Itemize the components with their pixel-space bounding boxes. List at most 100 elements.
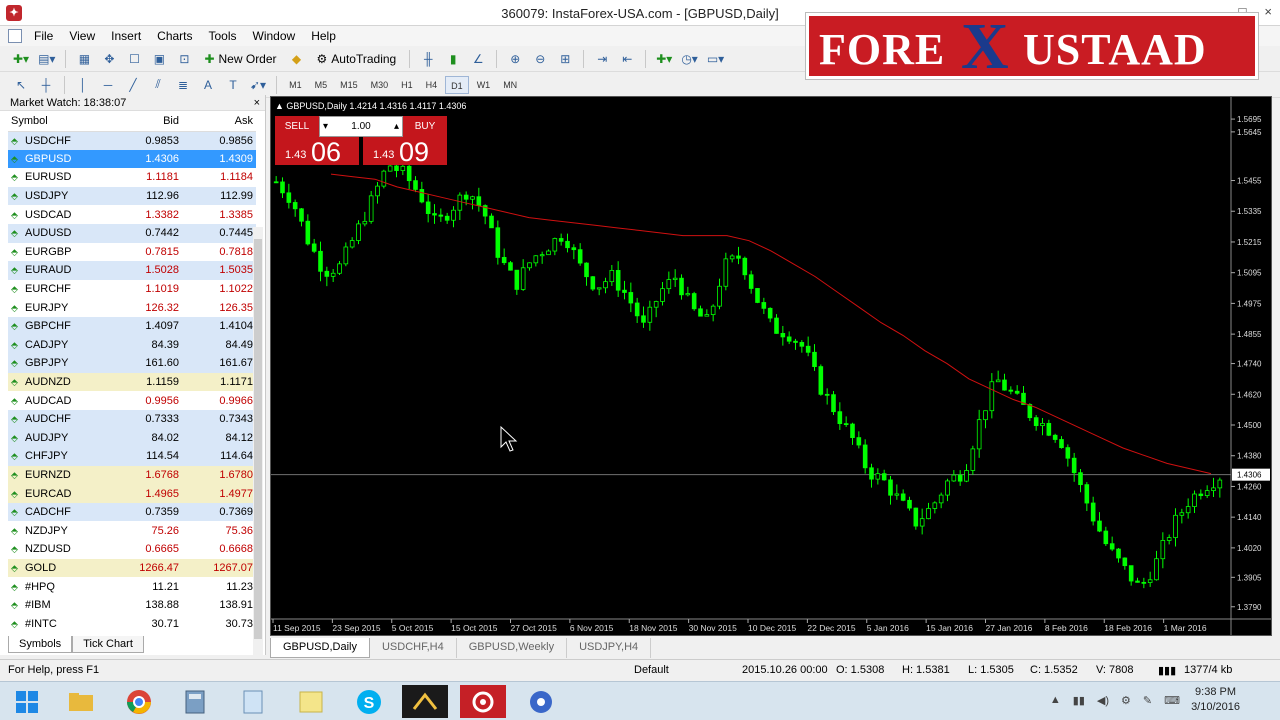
pen-icon[interactable]: ✎ (1143, 694, 1152, 707)
table-row[interactable]: ⬘ USDCAD 1.3382 1.3385 (8, 205, 256, 224)
table-row[interactable]: ⬘ AUDUSD 0.7442 0.7445 (8, 223, 256, 243)
chart-tab-usdchf-h4[interactable]: USDCHF,H4 (370, 638, 457, 658)
tile-windows-icon[interactable]: ⊞ (554, 49, 576, 69)
table-row[interactable]: ⬘ #HPQ 11.21 11.23 (8, 577, 256, 596)
close-button[interactable]: × (1264, 4, 1272, 19)
menu-window[interactable]: Window (245, 29, 304, 43)
table-row[interactable]: ⬘ NZDJPY 75.26 75.36 (8, 521, 256, 541)
skype-icon[interactable]: S (346, 685, 392, 718)
new-order-button[interactable]: ✚ New Order (198, 49, 282, 69)
timeframe-h4[interactable]: H4 (421, 76, 443, 94)
menu-view[interactable]: View (61, 29, 103, 43)
tray-up-arrow-icon[interactable]: ▲ (1050, 694, 1061, 707)
table-row[interactable]: ⬘ GBPUSD 1.4306 1.4309 (8, 149, 256, 169)
table-row[interactable]: ⬘ AUDCAD 0.9956 0.9966 (8, 391, 256, 410)
timeframe-m5[interactable]: M5 (310, 76, 333, 94)
periods-icon[interactable]: ◷▾ (678, 49, 701, 69)
menu-insert[interactable]: Insert (103, 29, 149, 43)
auto-scroll-icon[interactable]: ⇥ (591, 49, 613, 69)
table-row[interactable]: ⬘ EURAUD 1.5028 1.5035 (8, 261, 256, 280)
data-window-icon[interactable]: ✥ (98, 49, 120, 69)
chart-tab-gbpusd-daily[interactable]: GBPUSD,Daily (270, 638, 370, 658)
snowflake-app-icon[interactable] (518, 685, 564, 718)
table-row[interactable]: ⬘ CHFJPY 114.54 114.64 (8, 447, 256, 466)
table-row[interactable]: ⬘ USDJPY 112.96 112.99 (8, 186, 256, 206)
table-row[interactable]: ⬘ NZDUSD 0.6665 0.6668 (8, 540, 256, 559)
table-row[interactable]: ⬘ GBPCHF 1.4097 1.4104 (8, 316, 256, 336)
table-row[interactable]: ⬘ USDCHF 0.9853 0.9856 (8, 131, 256, 150)
column-bid[interactable]: Bid (108, 111, 182, 132)
buy-button[interactable]: BUY (403, 116, 447, 137)
crosshair-icon[interactable]: ┼ (35, 75, 57, 95)
file-explorer-icon[interactable] (58, 685, 104, 718)
market-watch-close-icon[interactable]: × (254, 95, 260, 111)
table-row[interactable]: ⬘ AUDCHF 0.7333 0.7343 (8, 409, 256, 429)
timeframe-d1[interactable]: D1 (445, 75, 469, 94)
tab-symbols[interactable]: Symbols (8, 636, 73, 653)
autotrading-button[interactable]: ⚙ AutoTrading (311, 49, 403, 69)
timeframe-w1[interactable]: W1 (472, 76, 496, 94)
lot-decrease-icon[interactable]: ▾ (323, 121, 328, 132)
menu-tools[interactable]: Tools (201, 29, 245, 43)
table-row[interactable]: ⬘ EURNZD 1.6768 1.6780 (8, 465, 256, 485)
line-chart-icon[interactable]: ∠ (467, 49, 489, 69)
table-row[interactable]: ⬘ EURUSD 1.1181 1.1184 (8, 168, 256, 187)
instaforex-terminal-icon[interactable] (460, 685, 506, 718)
sticky-notes-icon[interactable] (288, 685, 334, 718)
timeframe-m30[interactable]: M30 (366, 76, 394, 94)
chart-tab-gbpusd-weekly[interactable]: GBPUSD,Weekly (457, 638, 568, 658)
table-row[interactable]: ⬘ EURCHF 1.1019 1.1022 (8, 279, 256, 299)
volume-icon[interactable]: ◀) (1097, 694, 1109, 707)
menu-charts[interactable]: Charts (149, 29, 200, 43)
keyboard-icon[interactable]: ⌨ (1164, 694, 1180, 707)
cursor-icon[interactable]: ↖ (10, 75, 32, 95)
horizontal-line-icon[interactable]: ─ (97, 75, 119, 95)
terminal-icon[interactable]: ▣ (148, 49, 170, 69)
navigator-icon[interactable]: ☐ (123, 49, 145, 69)
sell-button[interactable]: SELL (275, 116, 319, 137)
label-icon[interactable]: T (222, 75, 244, 95)
document-icon[interactable] (8, 29, 22, 43)
lot-size-input[interactable]: ▾ 1.00 ▴ (319, 116, 403, 137)
network-icon[interactable]: ▮▮ (1073, 694, 1085, 707)
table-row[interactable]: ⬘ CADCHF 0.7359 0.7369 (8, 502, 256, 522)
indicators-icon[interactable]: ✚▾ (653, 49, 675, 69)
market-watch-scrollbar[interactable] (253, 227, 263, 720)
tab-tick-chart[interactable]: Tick Chart (72, 636, 144, 653)
new-chart-icon[interactable]: ✚▾ (10, 49, 32, 69)
bar-chart-icon[interactable]: ╫ (417, 49, 439, 69)
metaeditor-icon[interactable]: ◆ (286, 49, 308, 69)
table-row[interactable]: ⬘ EURCAD 1.4965 1.4977 (8, 484, 256, 503)
table-row[interactable]: ⬘ EURGBP 0.7815 0.7818 (8, 242, 256, 262)
arrows-icon[interactable]: ➹▾ (247, 75, 269, 95)
sell-price-box[interactable]: 1.43 06 (275, 137, 359, 167)
chart-shift-icon[interactable]: ⇤ (616, 49, 638, 69)
taskbar-clock[interactable]: 9:38 PM 3/10/2016 (1191, 685, 1240, 715)
trendline-icon[interactable]: ╱ (122, 75, 144, 95)
buy-price-box[interactable]: 1.43 09 (363, 137, 447, 167)
table-row[interactable]: ⬘ #INTC 30.71 30.73 (8, 614, 256, 634)
profiles-icon[interactable]: ▤▾ (35, 49, 58, 69)
trading-app-icon[interactable] (402, 685, 448, 718)
calculator-icon[interactable] (172, 685, 218, 718)
menu-help[interactable]: Help (303, 29, 344, 43)
price-chart[interactable]: 1.5695 1.5645 1.5455 1.5335 1.5215 1.5095 1.49… (271, 97, 1271, 635)
table-row[interactable]: ⬘ CADJPY 84.39 84.49 (8, 335, 256, 355)
table-row[interactable]: ⬘ AUDNZD 1.1159 1.1171 (8, 372, 256, 392)
table-row[interactable]: ⬘ GOLD 1266.47 1267.07 (8, 558, 256, 578)
market-watch-icon[interactable]: ▦ (73, 49, 95, 69)
vertical-line-icon[interactable]: │ (72, 75, 94, 95)
start-button[interactable] (4, 685, 50, 718)
column-symbol[interactable]: Symbol (8, 111, 108, 132)
text-icon[interactable]: A (197, 75, 219, 95)
table-row[interactable]: ⬘ #IBM 138.88 138.91 (8, 595, 256, 615)
table-row[interactable]: ⬘ EURJPY 126.32 126.35 (8, 298, 256, 317)
chrome-icon[interactable] (116, 685, 162, 718)
tray-app-icon[interactable]: ⚙ (1121, 694, 1131, 707)
strategy-tester-icon[interactable]: ⊡ (173, 49, 195, 69)
fibonacci-icon[interactable]: ≣ (172, 75, 194, 95)
timeframe-mn[interactable]: MN (498, 76, 522, 94)
templates-icon[interactable]: ▭▾ (704, 49, 727, 69)
candlestick-icon[interactable]: ▮ (442, 49, 464, 69)
timeframe-m15[interactable]: M15 (335, 76, 363, 94)
